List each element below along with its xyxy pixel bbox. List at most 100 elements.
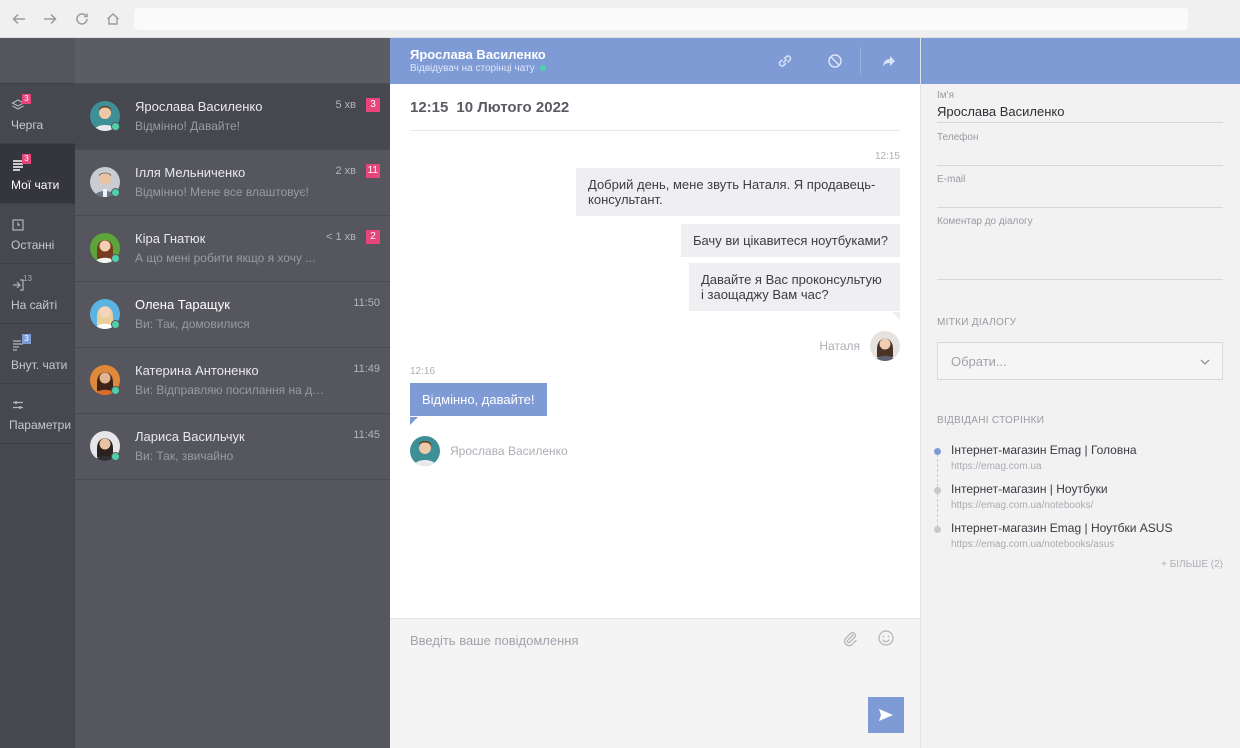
unread-badge: 11: [365, 164, 380, 178]
status-text: Відвідувач на сторінці чату: [410, 63, 535, 74]
address-bar[interactable]: [134, 8, 1188, 30]
message-composer: [390, 618, 920, 748]
clock-icon: [12, 219, 24, 231]
nav-item-my-chats[interactable]: 3 Мої чати: [0, 144, 75, 204]
message-timestamp: 12:16: [410, 366, 436, 377]
conversation-preview: Відмінно! Мене все влаштовує!: [135, 185, 309, 199]
nav-item-label: Останні: [11, 238, 55, 252]
conversation-time: 11:49: [353, 363, 380, 375]
back-button[interactable]: [9, 9, 29, 29]
conversation-preview: Ви: Відправляю посилання на дж ...: [135, 383, 325, 397]
message-tail: [410, 417, 418, 425]
outgoing-message: Бачу ви цікавитеся ноутбуками?: [680, 224, 900, 257]
conversation-item[interactable]: Олена Таращук Ви: Так, домовилися 11:50: [75, 282, 390, 348]
visited-page-url: https://emag.com.ua: [951, 461, 1042, 472]
online-indicator: [111, 452, 120, 461]
field-label-name: Ім'я: [937, 90, 954, 101]
conversation-item[interactable]: Ярослава Василенко Відмінно! Давайте! 5 …: [75, 84, 390, 150]
nav-item-label: Мої чати: [11, 178, 60, 192]
conversation-item[interactable]: Кіра Гнатюк А що мені робити якщо я хочу…: [75, 216, 390, 282]
internal-chats-badge: 3: [22, 334, 31, 344]
block-icon[interactable]: [826, 52, 844, 70]
main-navigation: 3 Черга 3 Мої чати Останні 13 На сайті 3…: [0, 38, 75, 748]
online-indicator: [111, 254, 120, 263]
conversation-time: < 1 хв: [326, 231, 356, 243]
tags-select[interactable]: Обрати...: [937, 342, 1223, 380]
visited-section-title: ВІДВІДАНІ СТОРІНКИ: [937, 415, 1045, 426]
email-field[interactable]: [937, 186, 1223, 208]
nav-item-on-site[interactable]: 13 На сайті: [0, 264, 75, 324]
nav-header: [0, 38, 75, 84]
conversation-name: Ярослава Василенко: [135, 99, 263, 114]
nav-item-label: Внут. чати: [11, 358, 68, 372]
conversation-time: 5 хв: [335, 99, 356, 111]
conversation-list-header: [75, 38, 390, 84]
show-more-link[interactable]: + БІЛЬШЕ (2): [1161, 559, 1223, 570]
send-button[interactable]: [868, 697, 904, 733]
outgoing-message: Добрий день, мене звуть Наталя. Я продав…: [576, 168, 900, 216]
my-chats-badge: 3: [22, 154, 31, 164]
message-sender: Наталя: [819, 339, 860, 353]
conversation-preview: Ви: Так, звичайно: [135, 449, 234, 463]
message-sender: Ярослава Василенко: [450, 444, 568, 458]
link-icon[interactable]: [776, 52, 794, 70]
nav-item-label: Черга: [11, 118, 44, 132]
incoming-message: Відмінно, давайте!: [410, 383, 547, 416]
home-button[interactable]: [103, 9, 123, 29]
nav-item-queue[interactable]: 3 Черга: [0, 84, 75, 144]
chat-date-time: 12:15: [410, 99, 449, 116]
comment-field[interactable]: [937, 220, 1223, 280]
timeline-dot: [934, 448, 941, 455]
chat-date-header: 12:15 10 Лютого 2022: [410, 99, 569, 116]
chat-header: Ярослава Василенко Відвідувач на сторінц…: [390, 38, 920, 84]
nav-item-label: Параметри: [9, 418, 72, 432]
conversation-item[interactable]: Лариса Васильчук Ви: Так, звичайно 11:45: [75, 414, 390, 480]
date-divider: [410, 130, 900, 131]
field-label-phone: Телефон: [937, 132, 979, 143]
name-field[interactable]: [937, 101, 1223, 123]
nav-item-internal-chats[interactable]: 3 Внут. чати: [0, 324, 75, 384]
timeline-dot: [934, 487, 941, 494]
conversation-time: 2 хв: [335, 165, 356, 177]
message-timestamp: 12:15: [874, 151, 900, 162]
details-header: [921, 38, 1240, 84]
timeline-dot: [934, 526, 941, 533]
outgoing-message: Давайте я Вас проконсультую і заощаджу В…: [689, 263, 900, 311]
chevron-down-icon: [1200, 359, 1210, 365]
conversation-preview: Ви: Так, домовилися: [135, 317, 250, 331]
reload-icon: [76, 13, 88, 25]
conversation-time: 11:45: [353, 429, 380, 441]
forward-button[interactable]: [40, 9, 60, 29]
arrow-left-icon: [12, 13, 25, 25]
online-indicator: [111, 188, 120, 197]
paperclip-icon[interactable]: [841, 629, 859, 647]
conversation-name: Олена Таращук: [135, 297, 230, 312]
queue-badge: 3: [22, 94, 31, 104]
visited-page-url: https://emag.com.ua/notebooks/: [951, 500, 1094, 511]
conversation-item[interactable]: Катерина Антоненко Ви: Відправляю посила…: [75, 348, 390, 414]
conversation-preview: Відмінно! Давайте!: [135, 119, 240, 133]
browser-toolbar: [0, 0, 1240, 38]
conversation-time: 11:50: [353, 297, 380, 309]
chat-contact-status: Відвідувач на сторінці чату: [410, 63, 546, 74]
arrow-right-icon: [44, 13, 57, 25]
reload-button[interactable]: [72, 9, 92, 29]
conversation-item[interactable]: Ілля Мельниченко Відмінно! Мене все влаш…: [75, 150, 390, 216]
agent-avatar: [870, 331, 900, 361]
visited-page-title[interactable]: Інтернет-магазин Emag | Головна: [951, 443, 1137, 457]
visitor-avatar: [410, 436, 440, 466]
nav-item-recent[interactable]: Останні: [0, 204, 75, 264]
message-input[interactable]: [410, 629, 810, 651]
visited-page-title[interactable]: Інтернет-магазин | Ноутбуки: [951, 482, 1108, 496]
unread-badge: 2: [366, 230, 380, 244]
conversation-list: Ярослава Василенко Відмінно! Давайте! 5 …: [75, 38, 390, 748]
chat-contact-name: Ярослава Василенко: [410, 47, 546, 62]
conversation-name: Катерина Антоненко: [135, 363, 259, 378]
forward-icon[interactable]: [880, 52, 898, 70]
emoji-icon[interactable]: [877, 629, 895, 647]
visited-page-title[interactable]: Інтернет-магазин Emag | Ноутбки ASUS: [951, 521, 1172, 535]
conversation-name: Лариса Васильчук: [135, 429, 245, 444]
phone-field[interactable]: [937, 144, 1223, 166]
nav-item-settings[interactable]: Параметри: [0, 384, 75, 444]
visitor-details-panel: Ім'я Телефон E-mail Коментар до діалогу …: [920, 38, 1240, 748]
